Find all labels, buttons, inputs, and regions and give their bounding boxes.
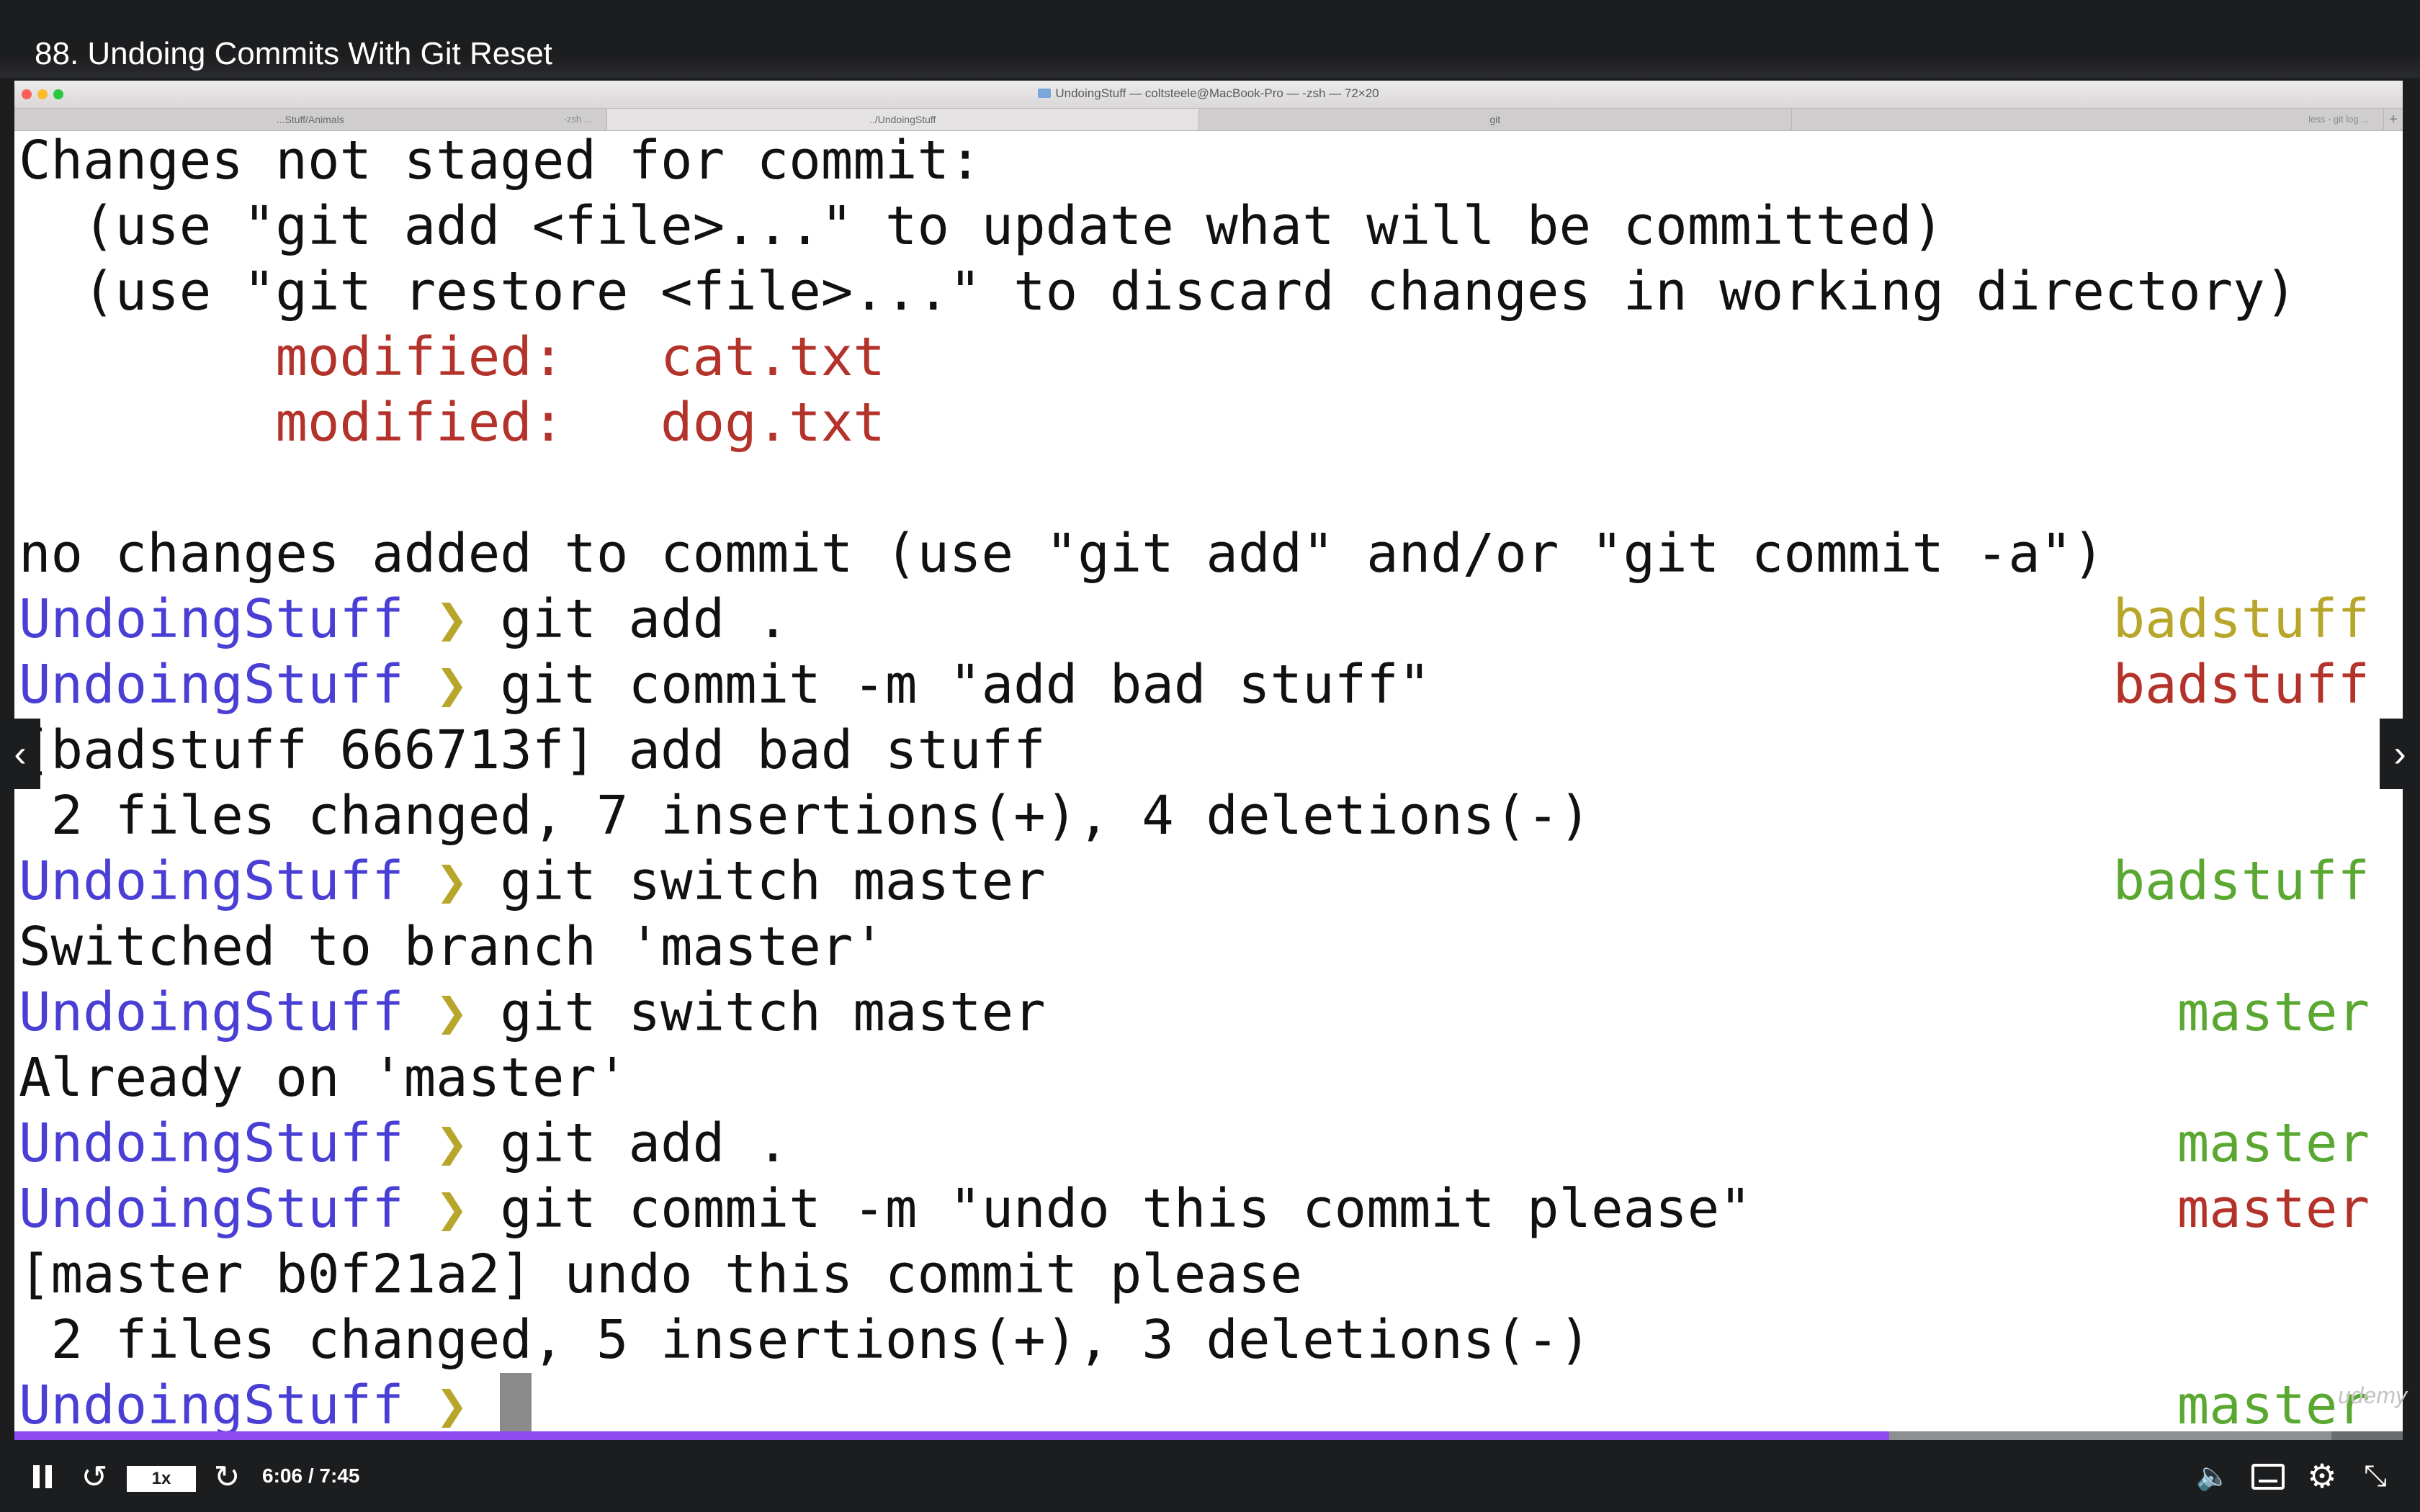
output-text: Changes not staged for commit: [19,130,982,192]
output-line: Switched to branch 'master' [19,914,2370,980]
command-text: git switch master [500,981,1046,1043]
prompt-line: UndoingStuff ❯ git add . badstuff [19,587,2370,652]
output-text: [badstuff 666713f] add bad stuff [19,719,1046,781]
tab-label: ...Stuff/Animals [276,114,344,125]
tab-label: ../UndoingStuff [869,114,936,125]
prompt-chevron: ❯ [436,1112,468,1174]
tab-label: git [1489,114,1501,125]
branch-indicator: badstuff [2112,850,2370,912]
rewind-icon[interactable]: ↺ [76,1459,112,1495]
tab-animals[interactable]: ...Stuff/Animals -zsh ... [14,109,607,130]
progress-bar[interactable] [14,1431,2403,1440]
captions-icon[interactable] [2251,1460,2285,1493]
prompt-chevron: ❯ [436,588,468,650]
prompt-line: UndoingStuff ❯ git commit -m "add bad st… [19,652,2370,718]
tab-git-log[interactable]: less - git log ... [1792,109,2384,130]
output-text: Already on 'master' [19,1047,629,1109]
speed-button[interactable]: 1x [127,1466,196,1492]
output-line: Changes not staged for commit: [19,128,2370,194]
player-controls: ↺ 1x ↻ 6:06 / 7:45 🔈 ⚙ ⤡ [0,1440,2420,1512]
terminal-output[interactable]: Changes not staged for commit: (use "git… [14,128,2403,1436]
branch-indicator: master [2177,1178,2370,1240]
window-title: UndoingStuff — coltsteele@MacBook-Pro — … [1055,86,1379,100]
terminal-cursor [500,1373,532,1434]
prompt-chevron: ❯ [436,981,468,1043]
prompt-directory: UndoingStuff [19,981,404,1043]
settings-icon[interactable]: ⚙ [2305,1457,2339,1495]
progress-fill [14,1431,1890,1440]
output-line: modified: dog.txt [19,390,2370,456]
tab-sublabel: -zsh ... [563,114,592,125]
volume-icon[interactable]: 🔈 [2196,1460,2230,1493]
prompt-directory: UndoingStuff [19,1178,404,1240]
output-line: no changes added to commit (use "git add… [19,521,2370,587]
output-text: [master b0f21a2] undo this commit please [19,1243,1303,1305]
prompt-chevron: ❯ [436,1178,468,1240]
branch-indicator: badstuff [2112,654,2370,716]
prompt-directory: UndoingStuff [19,588,404,650]
output-line: [badstuff 666713f] add bad stuff [19,718,2370,783]
output-text: modified: cat.txt [19,326,885,388]
output-line: 2 files changed, 5 insertions(+), 3 dele… [19,1308,2370,1373]
output-text: (use "git add <file>..." to update what … [19,195,1945,257]
output-line: Already on 'master' [19,1045,2370,1111]
output-text: no changes added to commit (use "git add… [19,523,2105,585]
prompt-directory: UndoingStuff [19,654,404,716]
output-line: [master b0f21a2] undo this commit please [19,1242,2370,1308]
command-text: git commit -m "add bad stuff" [500,654,1431,716]
prompt-line: UndoingStuff ❯ master [19,1373,2370,1436]
output-line: (use "git add <file>..." to update what … [19,194,2370,259]
output-text: (use "git restore <file>..." to discard … [19,261,2298,323]
prompt-chevron: ❯ [436,850,468,912]
prompt-line: UndoingStuff ❯ git switch master badstuff [19,849,2370,914]
prompt-line: UndoingStuff ❯ git commit -m "undo this … [19,1176,2370,1242]
prompt-directory: UndoingStuff [19,1112,404,1174]
output-text: Switched to branch 'master' [19,916,885,978]
window-title-wrap: UndoingStuff — coltsteele@MacBook-Pro — … [14,86,2403,101]
time-display: 6:06 / 7:45 [262,1464,360,1487]
udemy-watermark: udemy [2337,1382,2407,1408]
branch-indicator: badstuff [2112,588,2370,650]
fullscreen-exit-icon[interactable]: ⤡ [2358,1459,2393,1493]
pause-icon[interactable] [26,1460,59,1493]
command-text: git add . [500,1112,789,1174]
prompt-line: UndoingStuff ❯ git switch master master [19,980,2370,1045]
command-text: git switch master [500,850,1046,912]
prompt-directory: UndoingStuff [19,850,404,912]
player-top-bar: 88. Undoing Commits With Git Reset [0,0,2420,78]
prompt-line: UndoingStuff ❯ git add . master [19,1111,2370,1176]
branch-indicator: master [2177,981,2370,1043]
chevron-left-icon[interactable]: ‹ [0,719,40,789]
output-line: modified: cat.txt [19,325,2370,390]
lecture-title: 88. Undoing Commits With Git Reset [35,36,552,71]
folder-icon [1038,89,1052,98]
command-text: git add . [500,588,789,650]
output-line: (use "git restore <file>..." to discard … [19,259,2370,325]
forward-icon[interactable]: ↻ [209,1459,245,1495]
prompt-directory: UndoingStuff [19,1374,404,1436]
tab-sublabel: less - git log ... [2308,114,2369,125]
output-line: 2 files changed, 7 insertions(+), 4 dele… [19,783,2370,849]
window-titlebar: UndoingStuff — coltsteele@MacBook-Pro — … [14,81,2403,109]
terminal-window: UndoingStuff — coltsteele@MacBook-Pro — … [14,81,2403,1436]
chevron-right-icon[interactable]: › [2380,719,2420,789]
add-tab-button[interactable]: + [2384,109,2403,130]
branch-indicator: master [2177,1112,2370,1174]
prompt-chevron: ❯ [436,654,468,716]
command-text: git commit -m "undo this commit please" [500,1178,1752,1240]
tab-git[interactable]: git [1199,109,1792,130]
output-text: 2 files changed, 7 insertions(+), 4 dele… [19,785,1592,847]
output-text: 2 files changed, 5 insertions(+), 3 dele… [19,1309,1592,1371]
output-text: modified: dog.txt [19,392,885,454]
tab-undoingstuff[interactable]: ../UndoingStuff [606,109,1199,130]
prompt-chevron: ❯ [436,1374,468,1436]
